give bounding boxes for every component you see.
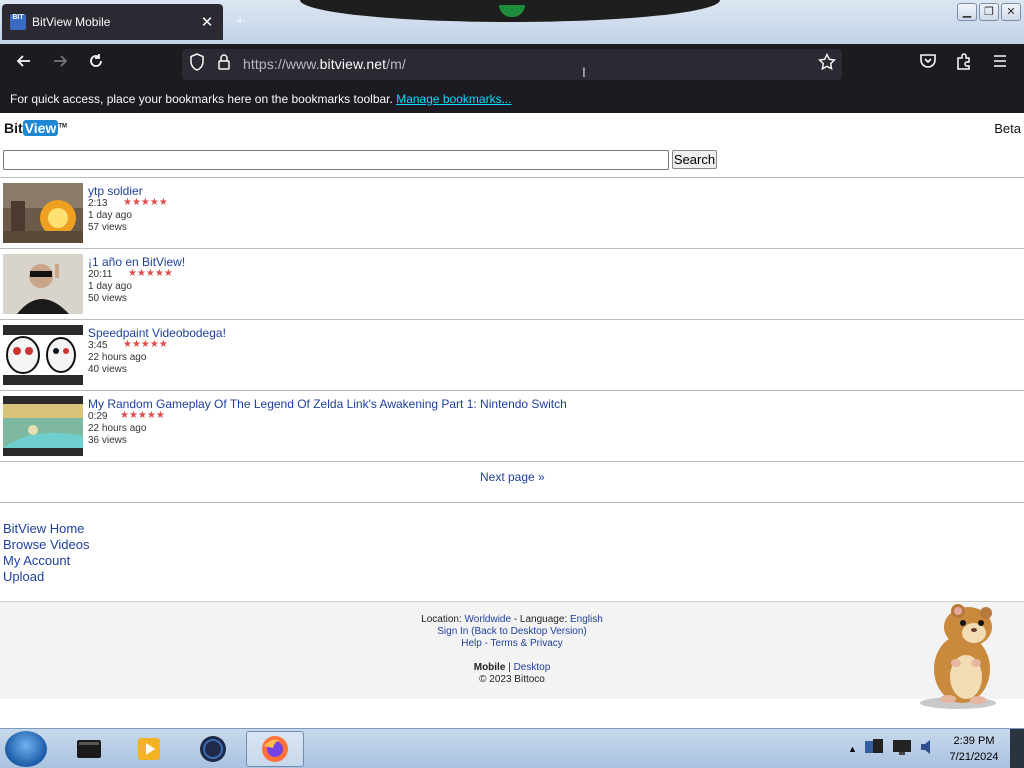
desktop-version-link[interactable]: (Back to Desktop Version) — [471, 626, 587, 637]
video-duration: 20:11 — [88, 269, 113, 280]
bookmark-star-icon[interactable] — [817, 52, 837, 78]
version-switch: Mobile | Desktop — [473, 662, 551, 673]
bookmarks-message: For quick access, place your bookmarks h… — [10, 92, 393, 106]
bitview-logo[interactable]: Bit View TM — [4, 120, 67, 136]
bitview-favicon-icon: BIT — [10, 14, 26, 30]
browser-tab[interactable]: BIT BitView Mobile ✕ — [2, 4, 223, 40]
browse-videos-link[interactable]: Browse Videos — [3, 537, 89, 553]
video-age: 22 hours ago — [88, 423, 147, 434]
video-list-item[interactable]: ytp soldier 2:13 ★★★★★ 1 day ago 57 view… — [0, 178, 1024, 249]
hamster-mascot-image — [918, 603, 1010, 711]
system-tray: ▲ — [842, 729, 940, 768]
video-title-link[interactable]: My Random Gameplay Of The Legend Of Zeld… — [88, 397, 567, 411]
network-icon[interactable] — [863, 737, 885, 762]
start-button-icon[interactable] — [5, 731, 47, 767]
video-title-link[interactable]: ¡1 año en BitView! — [88, 255, 185, 269]
reload-icon[interactable] — [83, 52, 109, 78]
video-list-item[interactable]: Speedpaint Videobodega! 3:45 ★★★★★ 22 ho… — [0, 320, 1024, 391]
video-duration: 2:13 — [88, 198, 108, 209]
forward-arrow-icon[interactable] — [47, 52, 73, 78]
lock-icon[interactable] — [217, 53, 231, 78]
video-title-link[interactable]: Speedpaint Videobodega! — [88, 326, 226, 340]
taskbar-app-icon[interactable] — [60, 731, 118, 767]
divider — [0, 502, 1024, 503]
bitview-home-link[interactable]: BitView Home — [3, 521, 89, 537]
monitor-icon[interactable] — [891, 737, 913, 762]
divider — [0, 461, 1024, 462]
os-taskbar: ▲ 2:39 PM 7/21/2024 — [0, 728, 1024, 768]
page-content: Bit View TM Beta Search ytp soldier 2:13 ★… — [0, 113, 1024, 728]
window-controls: ▁ ❐ ✕ — [957, 3, 1021, 21]
sign-in-link[interactable]: Sign In — [437, 626, 468, 637]
extensions-icon[interactable] — [951, 52, 977, 78]
video-views: 36 views — [88, 435, 127, 446]
help-line: Help - Terms & Privacy — [461, 638, 563, 649]
new-tab-icon[interactable]: + — [235, 11, 246, 32]
clock-date: 7/21/2024 — [949, 751, 999, 763]
video-duration: 3:45 — [88, 340, 108, 351]
text-cursor-icon: I — [582, 64, 586, 80]
browser-navbar: https://www.bitview.net/m/ I — [0, 44, 1024, 85]
video-thumbnail[interactable] — [3, 396, 83, 456]
tab-title: BitView Mobile — [32, 15, 111, 29]
next-page-link[interactable]: Next page » — [480, 470, 545, 484]
terms-privacy-link[interactable]: Terms & Privacy — [491, 638, 563, 649]
my-account-link[interactable]: My Account — [3, 553, 89, 569]
media-player-icon[interactable] — [120, 731, 178, 767]
video-thumbnail[interactable] — [3, 254, 83, 314]
shield-icon[interactable] — [189, 53, 205, 78]
minimize-icon[interactable]: ▁ — [957, 3, 977, 21]
video-views: 57 views — [88, 222, 127, 233]
site-footer: Location: Worldwide - Language: English … — [0, 601, 1024, 699]
site-links: BitView Home Browse Videos My Account Up… — [3, 521, 89, 585]
rating-stars: ★★★★★ — [128, 268, 173, 279]
taskbar-clock[interactable]: 2:39 PM 7/21/2024 — [944, 733, 1004, 765]
video-age: 1 day ago — [88, 281, 132, 292]
copyright: © 2023 Bittoco — [479, 674, 545, 685]
menu-hamburger-icon[interactable] — [987, 52, 1013, 78]
search-input[interactable] — [3, 150, 669, 170]
back-arrow-icon[interactable] — [11, 52, 37, 78]
rating-stars: ★★★★★ — [120, 410, 165, 421]
globe-app-icon[interactable] — [184, 731, 242, 767]
manage-bookmarks-link[interactable]: Manage bookmarks... — [396, 92, 511, 106]
beta-label: Beta — [994, 121, 1021, 136]
video-duration: 0:29 — [88, 411, 108, 422]
video-thumbnail[interactable] — [3, 183, 83, 243]
video-list-item[interactable]: My Random Gameplay Of The Legend Of Zeld… — [0, 391, 1024, 462]
locale-line: Location: Worldwide - Language: English — [421, 614, 603, 625]
browser-tab-strip: BIT BitView Mobile ✕ + ▁ ❐ ✕ — [0, 0, 1024, 44]
sign-in-line: Sign In (Back to Desktop Version) — [0, 626, 1024, 637]
video-views: 50 views — [88, 293, 127, 304]
address-bar[interactable]: https://www.bitview.net/m/ — [182, 49, 842, 80]
bookmarks-toolbar: For quick access, place your bookmarks h… — [0, 85, 1024, 113]
desktop-link[interactable]: Desktop — [514, 662, 551, 673]
clock-time: 2:39 PM — [953, 735, 995, 747]
video-age: 1 day ago — [88, 210, 132, 221]
rating-stars: ★★★★★ — [123, 197, 168, 208]
volume-icon[interactable] — [919, 738, 935, 761]
window-close-icon[interactable]: ✕ — [1001, 3, 1021, 21]
upload-link[interactable]: Upload — [3, 569, 89, 585]
rating-stars: ★★★★★ — [123, 339, 168, 350]
firefox-taskbar-icon[interactable] — [246, 731, 304, 767]
video-thumbnail[interactable] — [3, 325, 83, 385]
tray-expand-icon[interactable]: ▲ — [848, 744, 857, 754]
video-list-item[interactable]: ¡1 año en BitView! 20:11 ★★★★★ 1 day ago… — [0, 249, 1024, 320]
language-link[interactable]: English — [570, 614, 603, 625]
location-link[interactable]: Worldwide — [465, 614, 512, 625]
pocket-icon[interactable] — [915, 52, 941, 78]
mobile-label: Mobile — [473, 662, 506, 673]
url-text[interactable]: https://www.bitview.net/m/ — [243, 56, 406, 72]
video-views: 40 views — [88, 364, 127, 375]
tab-close-icon[interactable]: ✕ — [199, 13, 215, 31]
video-age: 22 hours ago — [88, 352, 147, 363]
help-link[interactable]: Help — [461, 638, 482, 649]
show-desktop-button[interactable] — [1010, 729, 1024, 768]
video-title-link[interactable]: ytp soldier — [88, 184, 143, 198]
search-button[interactable]: Search — [672, 150, 717, 169]
restore-icon[interactable]: ❐ — [979, 3, 999, 21]
